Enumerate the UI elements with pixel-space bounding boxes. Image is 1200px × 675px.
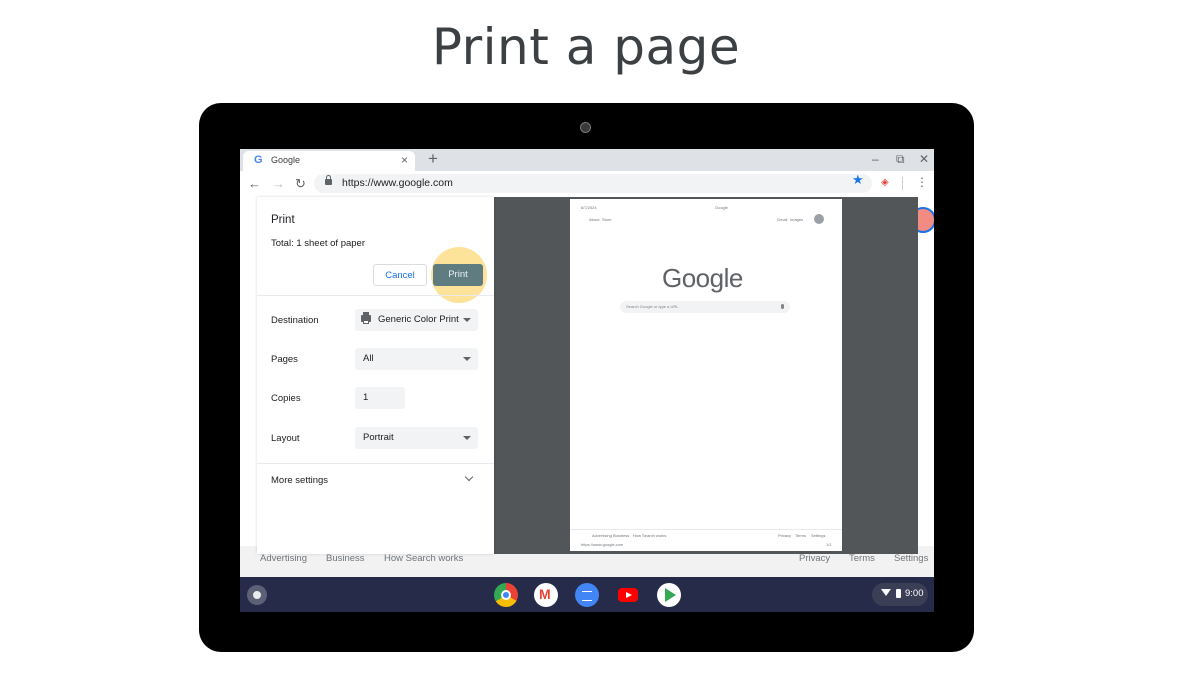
play-store-app-icon[interactable] [657, 583, 681, 607]
chevron-down-icon [463, 436, 471, 440]
pages-label: Pages [271, 354, 298, 365]
wifi-icon [881, 589, 891, 596]
copies-label: Copies [271, 393, 301, 404]
print-dialog-title: Print [271, 214, 295, 226]
footer-privacy-link[interactable]: Privacy [799, 553, 830, 564]
menu-kebab-icon[interactable]: ⋮ [916, 175, 928, 189]
preview-header-title: Google [715, 205, 728, 210]
extension-icon[interactable]: ◈ [881, 177, 889, 188]
more-settings-toggle[interactable]: More settings [271, 475, 328, 486]
bookmark-star-icon[interactable]: ★ [852, 172, 864, 188]
preview-footer-divider [570, 529, 842, 530]
sheet-total: Total: 1 sheet of paper [271, 238, 366, 249]
panel-divider [257, 295, 494, 296]
pages-value: All [363, 353, 374, 364]
preview-footer-link: Advertising [592, 533, 612, 538]
mic-icon [781, 304, 784, 309]
preview-footer-link: Privacy [778, 533, 792, 538]
preview-footer-link: Terms [795, 533, 806, 538]
preview-search-placeholder: Search Google or type a URL [626, 304, 679, 309]
preview-store: Store [602, 217, 612, 222]
destination-select[interactable]: Generic Color Print [355, 309, 478, 331]
launcher-icon[interactable] [247, 585, 267, 605]
preview-images: Images [790, 217, 804, 222]
preview-page-number: 1/1 [826, 542, 832, 547]
window-close-icon[interactable]: ✕ [919, 152, 929, 166]
reload-icon[interactable]: ↻ [295, 176, 306, 192]
footer-business-link[interactable]: Business [326, 553, 365, 564]
preview-footer-link: How Search works [633, 533, 667, 538]
preview-gmail: Gmail [777, 217, 788, 222]
printer-icon [361, 312, 371, 324]
pages-select[interactable]: All [355, 348, 478, 370]
chevron-down-icon[interactable] [464, 472, 474, 482]
preview-sheet: 6/7/2024 Google About Store Gmail Images… [570, 199, 842, 551]
print-settings-panel: Print Total: 1 sheet of paper Cancel Pri… [257, 197, 494, 554]
toolbar-separator [902, 177, 903, 190]
gmail-app-icon[interactable] [534, 583, 558, 607]
tablet-screen: G Google × + – ⧉ ✕ ← → ↻ https://www.goo… [240, 149, 934, 612]
tab-title: Google [271, 155, 301, 165]
layout-label: Layout [271, 433, 300, 444]
copies-value: 1 [363, 392, 369, 403]
preview-footer-link: Business [613, 533, 630, 538]
footer-terms-link[interactable]: Terms [849, 553, 875, 564]
tab-strip: G Google × + – ⧉ ✕ [240, 149, 934, 171]
footer-settings-link[interactable]: Settings [894, 553, 928, 564]
chevron-down-icon [463, 357, 471, 361]
google-favicon-icon: G [254, 154, 263, 166]
browser-toolbar: ← → ↻ https://www.google.com ★ ◈ ⋮ [240, 171, 934, 197]
preview-footer-link: Settings [811, 533, 826, 538]
chromeos-shelf: 9:00 [240, 577, 934, 612]
cancel-button[interactable]: Cancel [373, 264, 427, 286]
status-tray[interactable]: 9:00 [872, 583, 928, 606]
new-tab-button[interactable]: + [428, 149, 438, 169]
footer-how-search-works-link[interactable]: How Search works [384, 553, 463, 564]
camera-icon [580, 122, 591, 133]
clock-time: 9:00 [905, 588, 924, 599]
page-heading: Print a page [431, 18, 741, 76]
address-bar[interactable]: https://www.google.com [314, 174, 872, 193]
preview-google-logo: Google [662, 263, 743, 293]
chrome-app-icon[interactable] [494, 583, 518, 607]
destination-value: Generic Color Print [378, 314, 459, 325]
preview-about: About [589, 217, 600, 222]
tab-google[interactable]: G Google × [243, 151, 415, 171]
chevron-down-icon [463, 318, 471, 322]
restore-icon[interactable]: ⧉ [896, 152, 905, 167]
forward-arrow-icon[interactable]: → [272, 176, 285, 191]
copies-input[interactable]: 1 [355, 387, 405, 409]
destination-label: Destination [271, 315, 319, 326]
preview-search-box: Search Google or type a URL [620, 301, 790, 313]
battery-icon [896, 589, 901, 598]
minimize-icon[interactable]: – [872, 152, 879, 166]
url-text: https://www.google.com [342, 177, 453, 189]
lock-icon [325, 175, 332, 185]
layout-select[interactable]: Portrait [355, 427, 478, 449]
footer-advertising-link[interactable]: Advertising [260, 553, 307, 564]
print-button[interactable]: Print [433, 264, 483, 286]
docs-app-icon[interactable] [575, 583, 599, 607]
panel-divider [257, 463, 494, 464]
tab-close-icon[interactable]: × [401, 153, 408, 167]
preview-date: 6/7/2024 [581, 205, 597, 210]
youtube-app-icon[interactable] [616, 583, 640, 607]
back-arrow-icon[interactable]: ← [248, 176, 261, 191]
layout-value: Portrait [363, 432, 394, 443]
preview-avatar [814, 214, 824, 224]
preview-url-footer: https://www.google.com [581, 542, 624, 547]
